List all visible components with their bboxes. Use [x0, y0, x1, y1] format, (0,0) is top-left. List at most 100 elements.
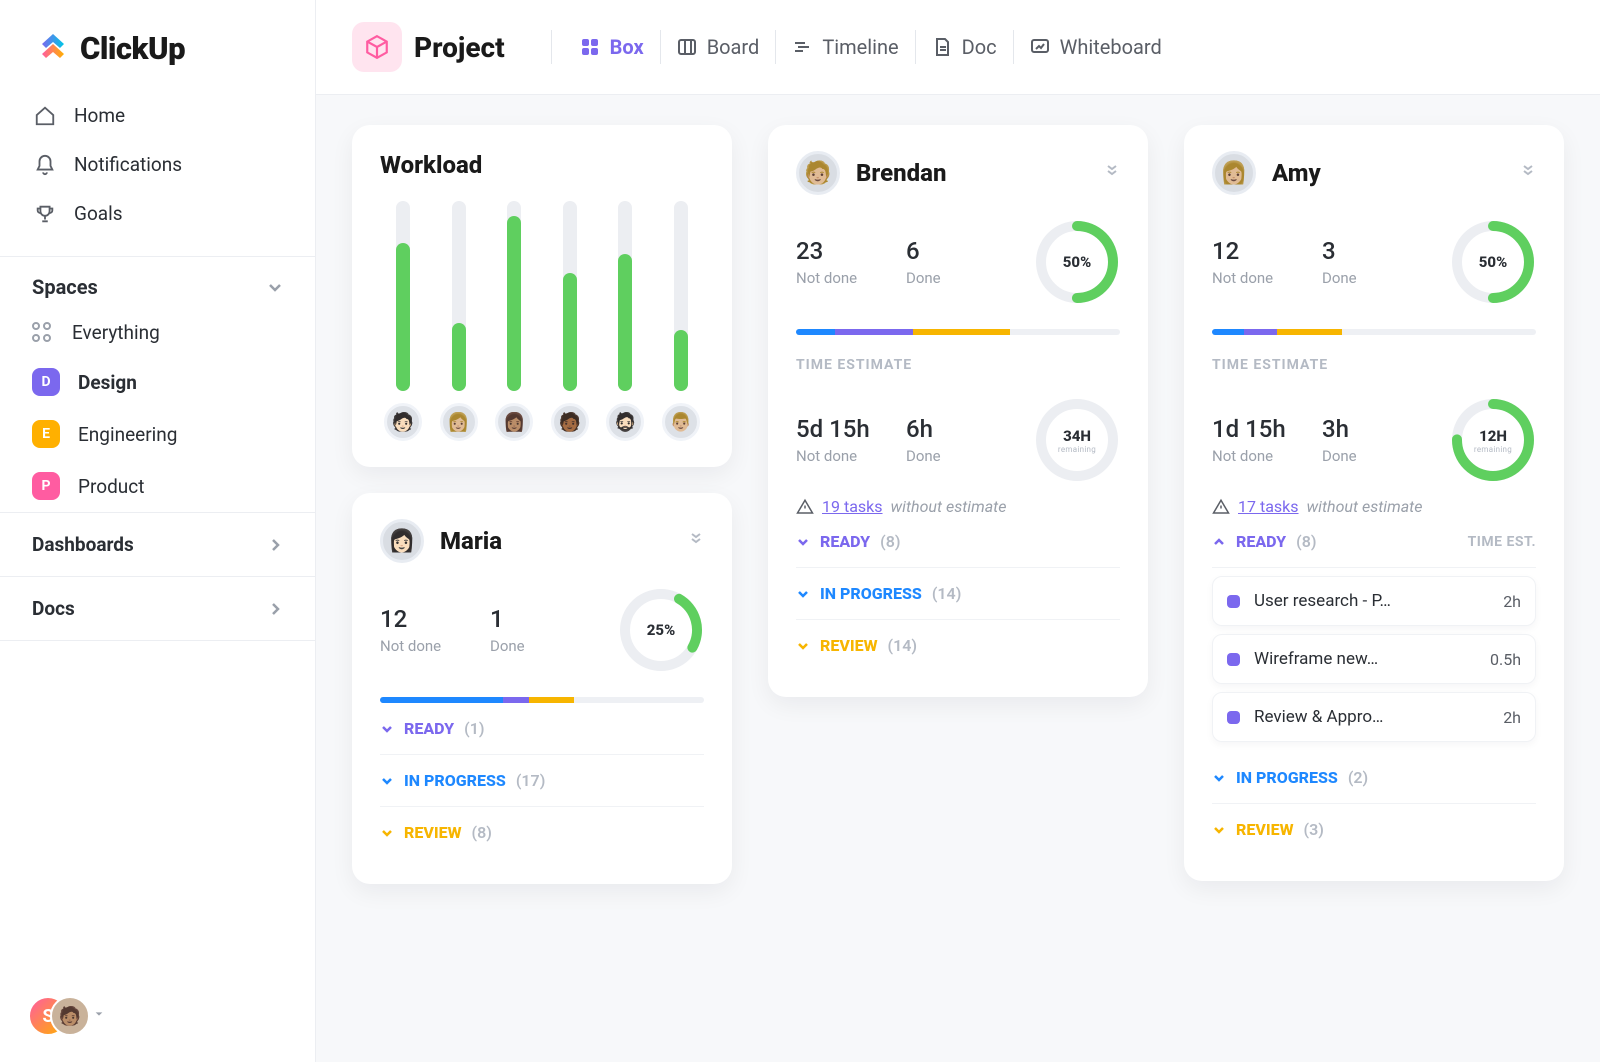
sidebar-dashboards[interactable]: Dashboards — [0, 512, 315, 576]
tab-doc[interactable]: Doc — [932, 35, 997, 59]
task-name: Review & Appro… — [1254, 707, 1489, 727]
chevron-down-icon — [1212, 771, 1226, 785]
separator — [1013, 30, 1014, 64]
collapse-icon[interactable] — [688, 533, 704, 549]
no-estimate-warning: 17 tasks without estimate — [1212, 497, 1536, 516]
warning-icon — [796, 498, 814, 516]
task-estimate: 2h — [1503, 592, 1521, 611]
nav-goals[interactable]: Goals — [16, 189, 299, 238]
column-3: 👩🏼 Amy 12Not done 3Done 50% TIME ESTIMAT… — [1184, 125, 1564, 881]
tab-whiteboard[interactable]: Whiteboard — [1030, 35, 1162, 59]
task-name: User research - P… — [1254, 591, 1489, 611]
bar-fill — [507, 216, 521, 391]
completion-donut: 50% — [1450, 219, 1536, 305]
spaces-everything[interactable]: Everything — [0, 309, 315, 356]
bar-track — [452, 201, 466, 391]
workload-avatar[interactable]: 🧑🏾 — [551, 403, 589, 441]
nav-home[interactable]: Home — [16, 91, 299, 140]
workload-title: Workload — [380, 151, 704, 179]
whiteboard-icon — [1030, 37, 1050, 57]
tasks-without-estimate-link[interactable]: 19 tasks — [822, 497, 883, 516]
no-estimate-warning: 19 tasks without estimate — [796, 497, 1120, 516]
space-label: Design — [78, 371, 137, 394]
board-icon — [677, 37, 697, 57]
tab-timeline[interactable]: Timeline — [792, 35, 898, 59]
done-value: 1 — [490, 605, 600, 633]
tab-box[interactable]: Box — [580, 35, 644, 59]
column-1: Workload 🧑🏻👩🏼👩🏽🧑🏾🧔🏻👨🏼 👩🏻 Maria 12Not don… — [352, 125, 732, 884]
home-icon — [34, 105, 56, 127]
space-item-engineering[interactable]: EEngineering — [0, 408, 315, 460]
chevron-down-icon — [380, 826, 394, 840]
space-label: Engineering — [78, 423, 177, 446]
nav-goals-label: Goals — [74, 202, 123, 225]
tab-label: Box — [610, 35, 644, 59]
status-in-progress[interactable]: IN PROGRESS(14) — [796, 568, 1120, 620]
sidebar-dashboards-label: Dashboards — [32, 533, 134, 556]
workload-bar — [440, 201, 478, 391]
status-ready-expanded[interactable]: READY (8) TIME EST. — [1212, 516, 1536, 568]
workload-avatar[interactable]: 👩🏽 — [495, 403, 533, 441]
user-avatar: 🧑🏽 — [50, 996, 90, 1036]
status-in-progress[interactable]: IN PROGRESS(2) — [1212, 752, 1536, 804]
collapse-icon[interactable] — [1520, 165, 1536, 181]
chevron-down-icon — [796, 535, 810, 549]
tasks-without-estimate-link[interactable]: 17 tasks — [1238, 497, 1299, 516]
nav-notifications[interactable]: Notifications — [16, 140, 299, 189]
user-avatar-combo: S 🧑🏽 — [28, 996, 84, 1038]
primary-nav: Home Notifications Goals — [0, 87, 315, 256]
collapse-icon[interactable] — [1104, 165, 1120, 181]
task-row[interactable]: User research - P… 2h — [1212, 576, 1536, 626]
workload-avatar[interactable]: 🧔🏻 — [606, 403, 644, 441]
workload-bar — [662, 201, 700, 391]
space-badge: D — [32, 368, 60, 396]
task-row[interactable]: Review & Appro… 2h — [1212, 692, 1536, 742]
space-item-product[interactable]: PProduct — [0, 460, 315, 512]
tab-label: Timeline — [822, 35, 898, 59]
sidebar-docs[interactable]: Docs — [0, 576, 315, 641]
nav-home-label: Home — [74, 104, 125, 127]
warning-icon — [1212, 498, 1230, 516]
topbar: Project BoxBoardTimelineDocWhiteboard — [316, 0, 1600, 95]
status-ready[interactable]: READY(8) — [796, 516, 1120, 568]
clickup-logo-icon — [36, 32, 70, 66]
workload-chart — [380, 191, 704, 391]
task-estimate: 2h — [1503, 708, 1521, 727]
chevron-down-icon — [1212, 823, 1226, 837]
space-badge: P — [32, 472, 60, 500]
chevron-down-icon — [380, 774, 394, 788]
status-review[interactable]: REVIEW(8) — [380, 807, 704, 858]
bar-fill — [452, 323, 466, 391]
chevron-right-icon — [267, 537, 283, 553]
person-name: Maria — [440, 527, 502, 555]
not-done-value: 23 — [796, 237, 906, 265]
space-item-design[interactable]: D Design — [0, 356, 315, 408]
completion-donut: 25% — [618, 587, 704, 673]
box-icon — [580, 37, 600, 57]
status-review[interactable]: REVIEW(3) — [1212, 804, 1536, 855]
completion-donut: 50% — [1034, 219, 1120, 305]
avatar: 🧑🏼 — [796, 151, 840, 195]
status-ready[interactable]: READY(1) — [380, 703, 704, 755]
caret-down-icon — [94, 1009, 110, 1025]
status-review[interactable]: REVIEW(14) — [796, 620, 1120, 671]
tab-label: Doc — [962, 35, 997, 59]
workload-avatar[interactable]: 🧑🏻 — [384, 403, 422, 441]
project-icon — [352, 22, 402, 72]
task-status-dot — [1227, 653, 1240, 666]
sidebar-user[interactable]: S 🧑🏽 — [0, 972, 315, 1062]
workload-avatar[interactable]: 👨🏼 — [662, 403, 700, 441]
done-value: 6 — [906, 237, 1016, 265]
bar-fill — [674, 330, 688, 391]
spaces-header[interactable]: Spaces — [0, 257, 315, 309]
tab-board[interactable]: Board — [677, 35, 760, 59]
bell-icon — [34, 154, 56, 176]
status-in-progress[interactable]: IN PROGRESS(17) — [380, 755, 704, 807]
task-status-dot — [1227, 711, 1240, 724]
timeline-icon — [792, 37, 812, 57]
workload-avatar[interactable]: 👩🏼 — [440, 403, 478, 441]
task-row[interactable]: Wireframe new…0.5h — [1212, 634, 1536, 684]
tab-label: Board — [707, 35, 760, 59]
donut-value: 50% — [1034, 219, 1120, 305]
workload-bar — [495, 201, 533, 391]
